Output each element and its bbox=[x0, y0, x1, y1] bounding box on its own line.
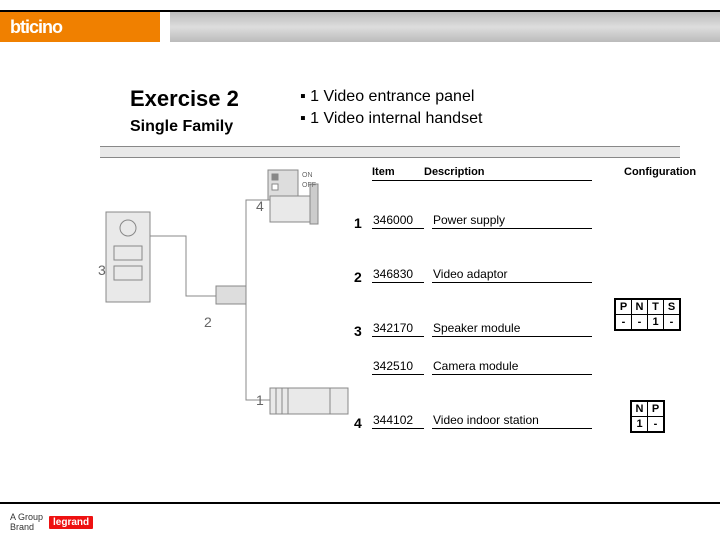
cfg-value: - bbox=[648, 417, 664, 432]
col-header-item: Item bbox=[372, 166, 424, 178]
bullet-list: 1 Video entrance panel 1 Video internal … bbox=[300, 86, 482, 131]
switch-on-label: ON bbox=[302, 172, 313, 179]
table-row: 4 344102 Video indoor station bbox=[372, 381, 592, 435]
footer-brand-text: Brand bbox=[10, 522, 34, 532]
cfg-header: S bbox=[664, 300, 680, 315]
top-bar-gradient bbox=[170, 12, 720, 42]
cfg-value: - bbox=[632, 315, 648, 330]
item-code: 342510 bbox=[372, 359, 424, 375]
table-row: 1 346000 Power supply bbox=[372, 181, 592, 235]
item-description: Speaker module bbox=[432, 321, 592, 337]
diagram-label-2: 2 bbox=[204, 314, 212, 330]
configuration-box-pnts: P N T S - - 1 - bbox=[614, 298, 681, 331]
cfg-header: P bbox=[648, 402, 664, 417]
cfg-value: - bbox=[664, 315, 680, 330]
footer-group-text: A Group bbox=[10, 512, 43, 522]
page-subtitle: Single Family bbox=[130, 118, 280, 136]
cfg-header: N bbox=[632, 402, 648, 417]
cfg-value: 1 bbox=[648, 315, 664, 330]
item-description: Camera module bbox=[432, 359, 592, 375]
diagram-svg bbox=[100, 166, 360, 426]
wiring-diagram: 3 2 1 4 ON OFF bbox=[100, 166, 360, 426]
row-number: 3 bbox=[354, 323, 362, 339]
cfg-header: N bbox=[632, 300, 648, 315]
title-block: Exercise 2 Single Family bbox=[130, 86, 280, 136]
row-number: 4 bbox=[354, 415, 362, 431]
row-number: 2 bbox=[354, 269, 362, 285]
col-header-description: Description bbox=[424, 166, 564, 178]
footer-divider bbox=[0, 502, 720, 504]
item-description: Video adaptor bbox=[432, 267, 592, 283]
item-description: Power supply bbox=[432, 213, 592, 229]
switch-off-label: OFF bbox=[302, 182, 316, 189]
configuration-box-np: N P 1 - bbox=[630, 400, 665, 433]
top-bar: bticino bbox=[0, 0, 720, 46]
footer: A Group Brand legrand bbox=[10, 512, 93, 532]
page-title: Exercise 2 bbox=[130, 86, 280, 112]
cfg-value: 1 bbox=[632, 417, 648, 432]
items-table: Item Description 1 346000 Power supply 2… bbox=[372, 166, 592, 435]
item-description: Video indoor station bbox=[432, 413, 592, 429]
col-header-configuration: Configuration bbox=[624, 166, 696, 178]
item-code: 344102 bbox=[372, 413, 424, 429]
table-header-row: Item Description bbox=[372, 166, 592, 181]
diagram-label-3: 3 bbox=[98, 262, 106, 278]
brand-logo-text: bticino bbox=[10, 17, 62, 38]
item-code: 342170 bbox=[372, 321, 424, 337]
cfg-header: T bbox=[648, 300, 664, 315]
item-code: 346830 bbox=[372, 267, 424, 283]
cfg-header: P bbox=[616, 300, 632, 315]
separator-bar bbox=[100, 146, 680, 158]
table-row: 3 342170 Speaker module bbox=[372, 289, 592, 343]
brand-badge: bticino bbox=[0, 12, 160, 42]
diagram-label-1: 1 bbox=[256, 392, 264, 408]
bullet-item: 1 Video internal handset bbox=[300, 108, 482, 130]
bullet-item: 1 Video entrance panel bbox=[300, 86, 482, 108]
cfg-value: - bbox=[616, 315, 632, 330]
row-number: 1 bbox=[354, 215, 362, 231]
legrand-badge: legrand bbox=[49, 516, 93, 529]
table-row: 342510 Camera module bbox=[372, 343, 592, 381]
item-code: 346000 bbox=[372, 213, 424, 229]
table-row: 2 346830 Video adaptor bbox=[372, 235, 592, 289]
diagram-label-4: 4 bbox=[256, 198, 264, 214]
